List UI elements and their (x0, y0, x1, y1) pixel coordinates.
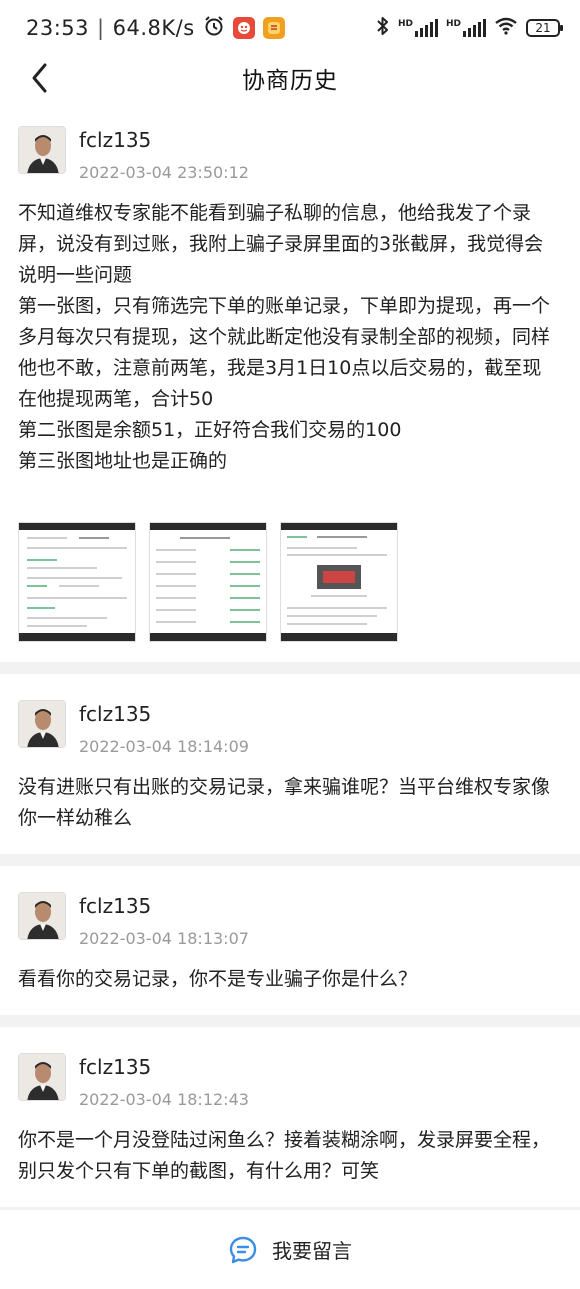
message-card: fclz135 2022-03-04 18:13:07 看看你的交易记录，你不是… (0, 866, 580, 1015)
leave-message-button[interactable]: 我要留言 (0, 1210, 580, 1289)
hd-label-1: HD (397, 19, 413, 29)
screenshot-thumbnail-1[interactable] (18, 522, 136, 642)
app-notification-icon (232, 17, 255, 39)
message-timestamp: 2022-03-04 18:14:09 (79, 737, 249, 756)
battery-indicator: 21 (526, 19, 563, 37)
wifi-icon (494, 17, 518, 39)
signal-icon-2: HD (446, 19, 486, 37)
message-timestamp: 2022-03-04 18:12:43 (79, 1090, 249, 1109)
attachment-thumbnails (18, 522, 560, 642)
avatar (18, 892, 66, 940)
avatar (18, 700, 66, 748)
message-text: 看看你的交易记录，你不是专业骗子你是什么？ (18, 968, 418, 990)
status-separator: | (97, 16, 105, 40)
message-text: 你不是一个月没登陆过闲鱼么？接着装糊涂啊，发录屏要全程，别只发个只有下单的截图，… (18, 1129, 551, 1182)
back-arrow-icon (32, 63, 47, 93)
chat-bubble-icon (229, 1236, 257, 1263)
message-card: fclz135 2022-03-04 18:14:09 没有进账只有出账的交易记… (0, 674, 580, 854)
message-timestamp: 2022-03-04 23:50:12 (79, 163, 249, 182)
username: fclz135 (79, 1055, 152, 1079)
message-text: 没有进账只有出账的交易记录，拿来骗谁呢？当平台维权专家像你一样幼稚么 (18, 776, 551, 829)
message-text: 不知道维权专家能不能看到骗子私聊的信息，他给我发了个录屏，说没有到过账，我附上骗… (18, 202, 551, 472)
network-speed: 64.8K/s (112, 16, 195, 40)
message-meta: fclz135 2022-03-04 18:14:09 (79, 700, 249, 758)
page: 23:53 | 64.8K/s HD HD 21 协商历史 fclz135 20… (0, 0, 580, 1289)
message-card: fclz135 2022-03-04 18:12:43 你不是一个月没登陆过闲鱼… (0, 1027, 580, 1207)
message-card: fclz135 2022-03-04 23:50:12 不知道维权专家能不能看到… (0, 100, 580, 662)
avatar (18, 126, 66, 174)
status-bar-right: HD HD 21 (376, 16, 563, 40)
message-header: fclz135 2022-03-04 18:13:07 (18, 892, 560, 950)
message-header: fclz135 2022-03-04 23:50:12 (18, 126, 560, 184)
hd-label-2: HD (445, 19, 461, 29)
username: fclz135 (79, 128, 152, 152)
username: fclz135 (79, 702, 152, 726)
alarm-icon (203, 15, 225, 41)
leave-message-label: 我要留言 (272, 1239, 352, 1263)
message-meta: fclz135 2022-03-04 18:12:43 (79, 1053, 249, 1111)
bluetooth-icon (376, 16, 390, 40)
page-title: 协商历史 (242, 68, 338, 94)
message-header: fclz135 2022-03-04 18:14:09 (18, 700, 560, 758)
username: fclz135 (79, 894, 152, 918)
status-time: 23:53 (26, 16, 90, 40)
message-meta: fclz135 2022-03-04 18:13:07 (79, 892, 249, 950)
screenshot-thumbnail-2[interactable] (149, 522, 267, 642)
navigation-bar: 协商历史 (0, 56, 580, 100)
message-meta: fclz135 2022-03-04 23:50:12 (79, 126, 249, 184)
status-bar: 23:53 | 64.8K/s HD HD 21 (0, 0, 580, 56)
status-bar-left: 23:53 | 64.8K/s (26, 15, 285, 41)
back-button[interactable] (22, 60, 58, 96)
signal-icon-1: HD (398, 19, 438, 37)
message-header: fclz135 2022-03-04 18:12:43 (18, 1053, 560, 1111)
app-notification-icon-2 (262, 17, 285, 39)
avatar (18, 1053, 66, 1101)
negotiation-history-list[interactable]: fclz135 2022-03-04 23:50:12 不知道维权专家能不能看到… (0, 100, 580, 1210)
message-timestamp: 2022-03-04 18:13:07 (79, 929, 249, 948)
screenshot-thumbnail-3[interactable] (280, 522, 398, 642)
